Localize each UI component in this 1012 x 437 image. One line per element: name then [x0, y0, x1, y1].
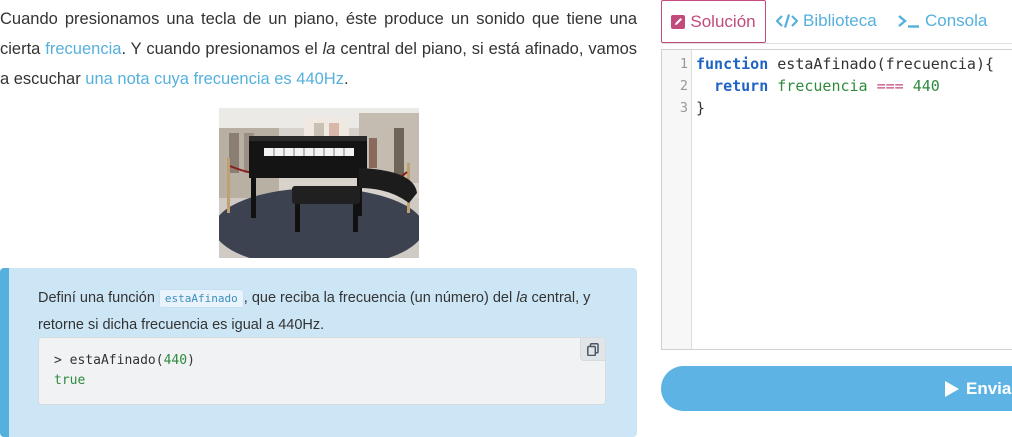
- terminal-icon: [898, 14, 920, 28]
- tab-solucion-label: Solución: [690, 11, 756, 31]
- line-number-gutter: 1 2 3: [662, 50, 692, 349]
- code-editor[interactable]: 1 2 3 function estaAfinado(frecuencia){ …: [661, 49, 1012, 350]
- submit-button-label: Enviar: [966, 378, 1012, 398]
- task-box: Definí una función estaAfinado, que reci…: [0, 268, 637, 437]
- pencil-square-icon: [671, 14, 686, 29]
- example-code: > estaAfinado(440) true: [54, 351, 195, 391]
- tab-consola[interactable]: Consola: [898, 0, 987, 42]
- example-prompt: >: [54, 353, 70, 368]
- example-close: ): [187, 353, 195, 368]
- piano-photo: [219, 108, 419, 258]
- task-description: Definí una función estaAfinado, que reci…: [38, 285, 618, 339]
- example-call: estaAfinado(: [69, 353, 164, 368]
- nota-440-link[interactable]: una nota cuya frecuencia es 440Hz: [85, 70, 344, 88]
- exercise-description: Cuando presionamos una tecla de un piano…: [0, 4, 637, 94]
- example-result: true: [54, 373, 86, 388]
- line-number: 1: [679, 56, 688, 72]
- tab-biblioteca[interactable]: Biblioteca: [776, 0, 877, 42]
- example-arg: 440: [163, 353, 188, 368]
- code-line-3: }: [696, 99, 705, 117]
- example-code-block: > estaAfinado(440) true: [38, 337, 606, 405]
- keyword-return: return: [714, 77, 769, 95]
- strict-equal-operator: ===: [876, 77, 904, 95]
- task-la: la: [516, 290, 528, 306]
- copy-icon: [587, 342, 599, 356]
- intro-text-2: . Y cuando presionamos el: [121, 40, 323, 58]
- intro-la: la: [322, 40, 336, 58]
- closing-brace: }: [696, 99, 706, 117]
- editor-tabs: Solución Biblioteca Consola: [661, 0, 1012, 44]
- task-text-1: Definí una función: [38, 290, 159, 306]
- play-icon: [944, 380, 960, 398]
- tab-solucion[interactable]: Solución: [661, 0, 766, 43]
- function-signature: estaAfinado(frecuencia){: [768, 55, 995, 73]
- code-line-2: return frecuencia === 440: [696, 77, 940, 95]
- keyword-function: function: [696, 55, 769, 73]
- code-line-1: function estaAfinado(frecuencia){: [696, 55, 994, 73]
- frecuencia-link[interactable]: frecuencia: [45, 40, 121, 58]
- line-number: 2: [679, 78, 688, 94]
- function-name-code: estaAfinado: [158, 289, 244, 308]
- tab-biblioteca-label: Biblioteca: [803, 11, 877, 30]
- code-icon: [776, 14, 798, 28]
- task-text-2: , que reciba la frecuencia (un número) d…: [243, 290, 517, 306]
- number-440: 440: [912, 77, 940, 95]
- variable-frecuencia: frecuencia: [777, 77, 868, 95]
- tab-consola-label: Consola: [925, 11, 988, 30]
- intro-text-4: .: [343, 70, 349, 88]
- line-number: 3: [679, 100, 688, 116]
- copy-button[interactable]: [580, 338, 605, 361]
- submit-button[interactable]: Enviar: [661, 366, 1012, 411]
